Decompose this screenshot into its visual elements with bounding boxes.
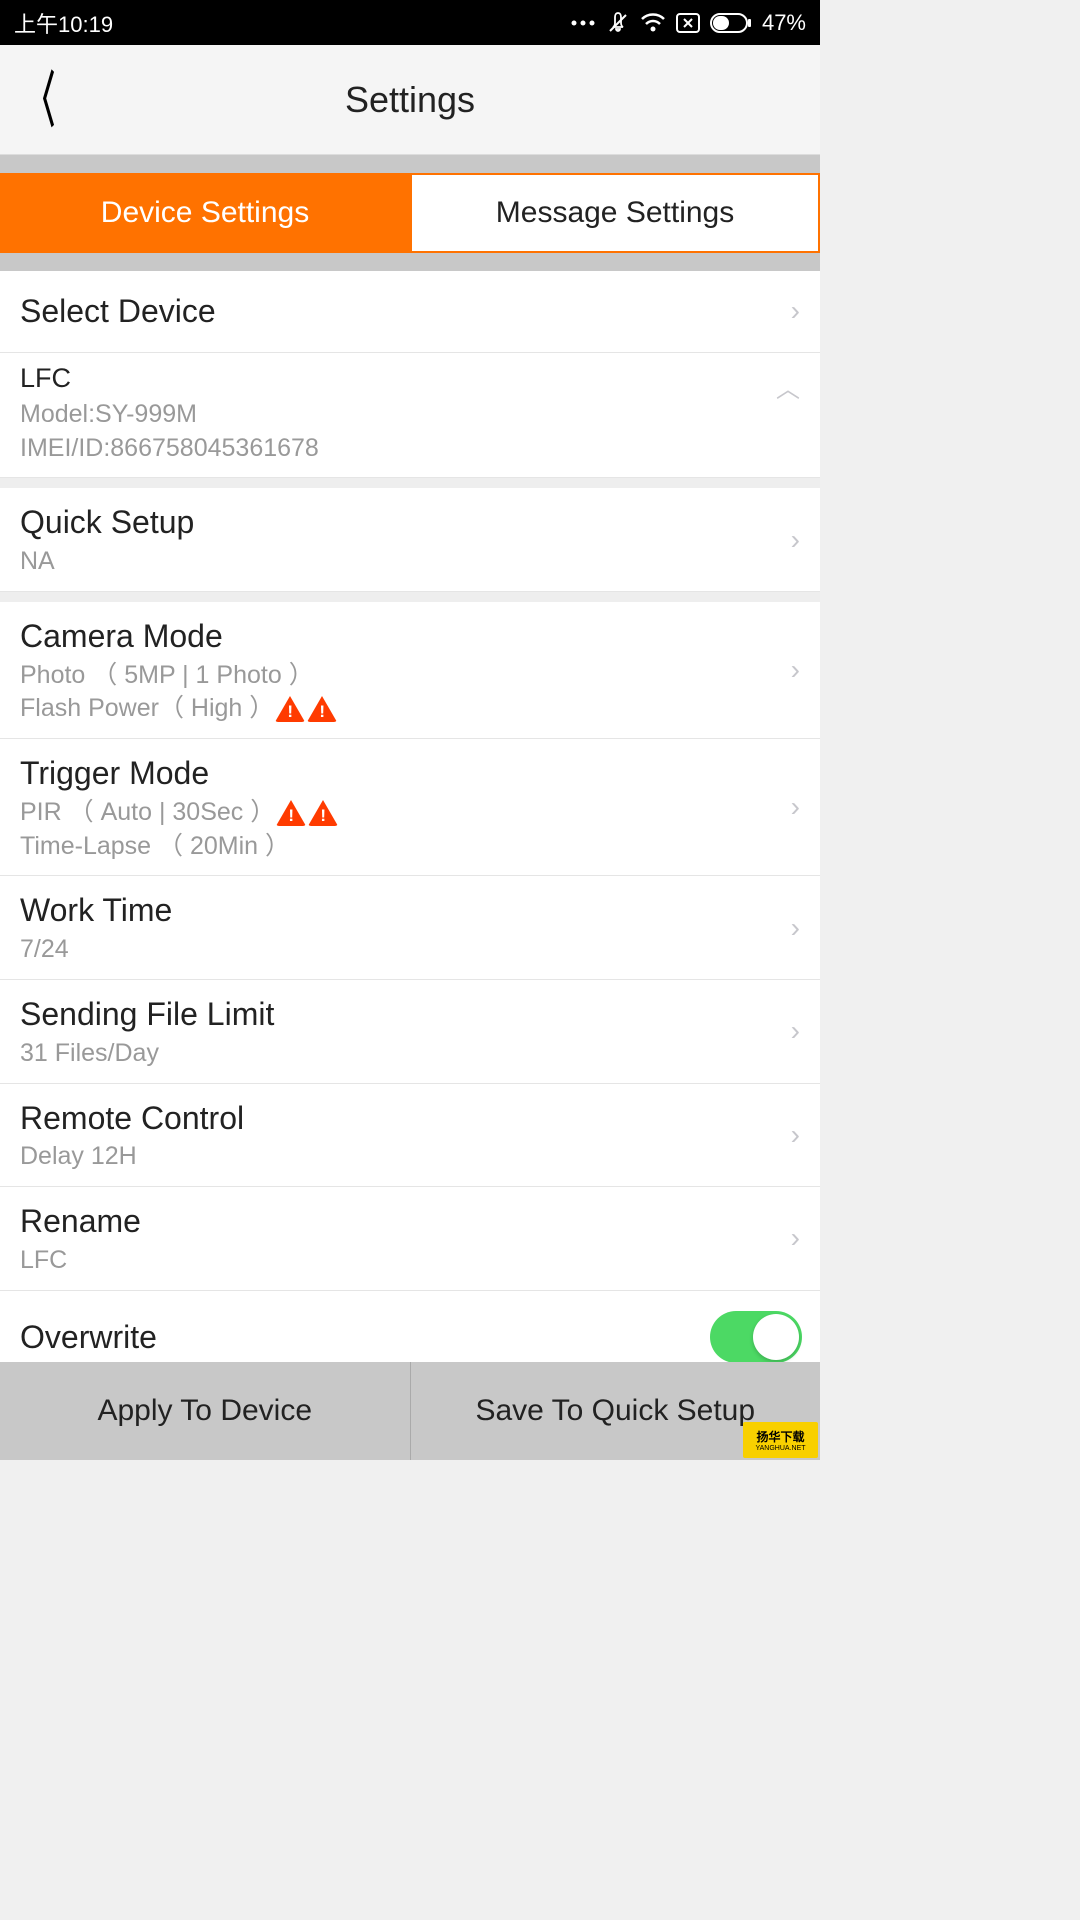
item-title: Overwrite <box>20 1315 800 1360</box>
chevron-right-icon: › <box>791 1222 800 1254</box>
battery-percent: 47% <box>762 10 806 36</box>
device-details[interactable]: LFC Model:SY-999M IMEI/ID:86675804536167… <box>0 353 820 479</box>
separator <box>0 592 820 602</box>
item-value-line2: Time-Lapse （ 20Min ） <box>20 830 800 864</box>
item-title: Remote Control <box>20 1096 800 1141</box>
back-button[interactable]: 〈 <box>27 70 55 130</box>
select-device-row[interactable]: Select Device › <box>0 271 820 353</box>
device-model: Model:SY-999M <box>20 398 800 432</box>
separator <box>0 253 820 271</box>
item-title: Rename <box>20 1199 800 1244</box>
item-value: LFC <box>20 1244 800 1278</box>
item-title: Camera Mode <box>20 614 800 659</box>
wifi-icon <box>640 13 666 33</box>
chevron-up-icon: ︿ <box>776 369 800 404</box>
warning-icon <box>308 800 338 826</box>
tab-device-settings[interactable]: Device Settings <box>0 173 410 253</box>
item-value: NA <box>20 545 800 579</box>
button-label: Apply To Device <box>97 1394 312 1428</box>
rename-row[interactable]: Rename LFC › <box>0 1187 820 1291</box>
more-icon <box>570 18 596 28</box>
separator <box>0 155 820 173</box>
button-label: Save To Quick Setup <box>475 1394 755 1428</box>
item-title: Quick Setup <box>20 500 800 545</box>
status-bar: 上午10:19 47% <box>0 0 820 45</box>
bottom-bar: Apply To Device Save To Quick Setup <box>0 1362 820 1460</box>
chevron-right-icon: › <box>791 654 800 686</box>
trigger-mode-row[interactable]: Trigger Mode PIR （ Auto | 30Sec ） Time-L… <box>0 739 820 876</box>
item-value-line2: Flash Power（ High ） <box>20 692 800 726</box>
tab-message-settings[interactable]: Message Settings <box>410 173 820 253</box>
toggle-thumb <box>753 1314 799 1360</box>
device-imei: IMEI/ID:866758045361678 <box>20 432 800 466</box>
watermark: 扬华下载 YANGHUA.NET <box>743 1422 818 1458</box>
tab-label: Device Settings <box>101 196 309 230</box>
item-title: Work Time <box>20 888 800 933</box>
overwrite-toggle[interactable] <box>710 1311 802 1363</box>
separator <box>0 478 820 488</box>
device-name: LFC <box>20 363 800 394</box>
apply-to-device-button[interactable]: Apply To Device <box>0 1362 410 1460</box>
warning-icon <box>275 696 305 722</box>
page-title: Settings <box>0 79 820 121</box>
item-value-line1: PIR （ Auto | 30Sec ） <box>20 796 800 830</box>
item-value: Delay 12H <box>20 1140 800 1174</box>
warning-icon <box>307 696 337 722</box>
app-header: 〈 Settings <box>0 45 820 155</box>
item-value: 7/24 <box>20 933 800 967</box>
tab-label: Message Settings <box>496 196 734 230</box>
chevron-right-icon: › <box>791 524 800 556</box>
close-box-icon <box>676 13 700 33</box>
warning-icon <box>276 800 306 826</box>
quick-setup-row[interactable]: Quick Setup NA › <box>0 488 820 592</box>
chevron-right-icon: › <box>791 912 800 944</box>
chevron-right-icon: › <box>791 791 800 823</box>
item-title: Sending File Limit <box>20 992 800 1037</box>
battery-icon <box>710 13 752 33</box>
status-time: 上午10:19 <box>14 7 113 39</box>
item-value: 31 Files/Day <box>20 1037 800 1071</box>
sending-file-limit-row[interactable]: Sending File Limit 31 Files/Day › <box>0 980 820 1084</box>
camera-mode-row[interactable]: Camera Mode Photo （ 5MP | 1 Photo ） Flas… <box>0 602 820 739</box>
tabs: Device Settings Message Settings <box>0 173 820 253</box>
chevron-right-icon: › <box>791 295 800 327</box>
work-time-row[interactable]: Work Time 7/24 › <box>0 876 820 980</box>
item-value-line1: Photo （ 5MP | 1 Photo ） <box>20 659 800 693</box>
chevron-right-icon: › <box>791 1119 800 1151</box>
remote-control-row[interactable]: Remote Control Delay 12H › <box>0 1084 820 1188</box>
mute-icon <box>606 11 630 35</box>
status-icons: 47% <box>570 10 806 36</box>
select-device-label: Select Device <box>20 289 800 334</box>
chevron-right-icon: › <box>791 1015 800 1047</box>
item-title: Trigger Mode <box>20 751 800 796</box>
